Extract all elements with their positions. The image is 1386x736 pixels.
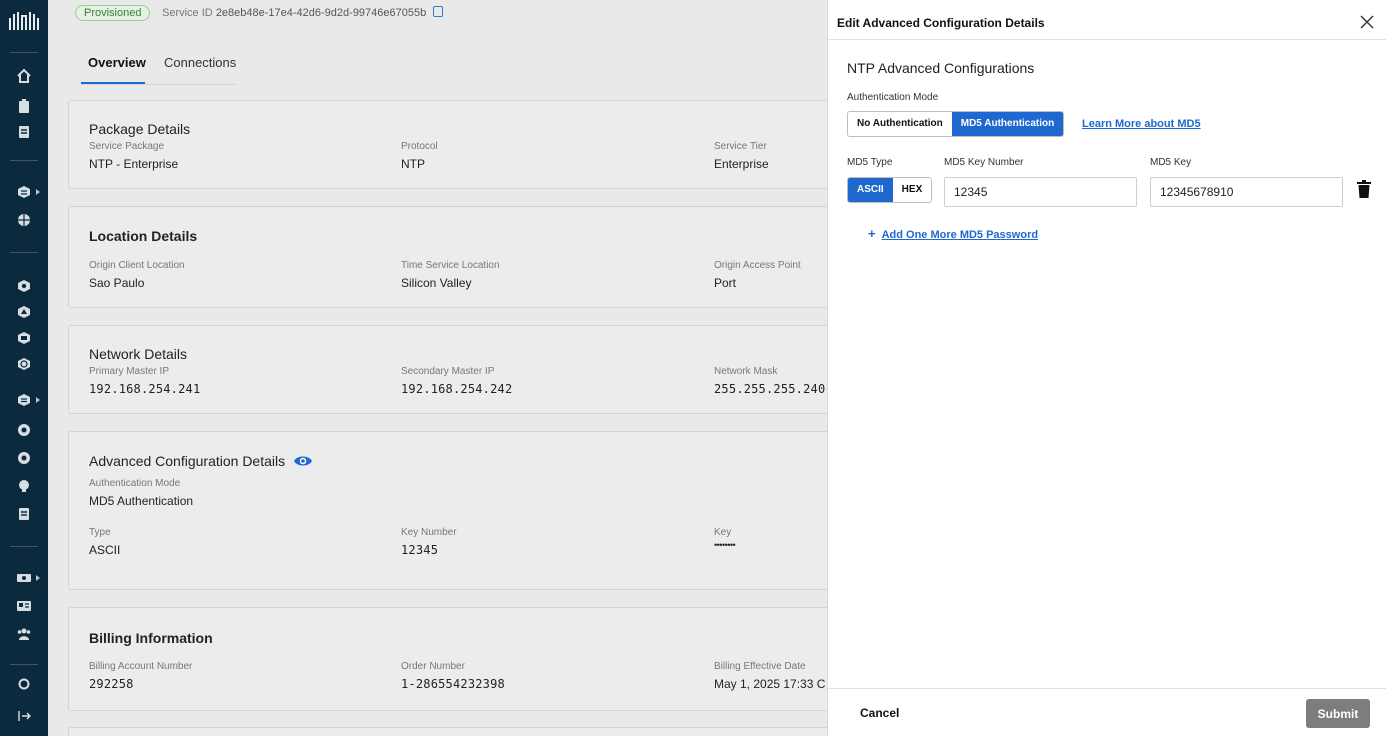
location-details-title: Location Details	[89, 228, 198, 244]
document-icon[interactable]	[14, 122, 34, 142]
time-service-location-value: Silicon Valley	[401, 276, 472, 290]
package-details-card: Package Details Service Package NTP - En…	[68, 100, 827, 189]
add-md5-password-label: Add One More MD5 Password	[881, 229, 1039, 241]
origin-access-point-label: Origin Access Point	[714, 260, 801, 271]
learn-more-md5-link[interactable]: Learn More about MD5	[1082, 118, 1201, 130]
origin-access-point-value: Port	[714, 276, 737, 290]
tab-overview[interactable]: Overview	[88, 55, 146, 70]
advanced-config-card: Advanced Configuration Details Authentic…	[68, 431, 827, 590]
order-number-label: Order Number	[401, 661, 465, 672]
submit-button[interactable]: Submit	[1306, 699, 1370, 728]
home-icon[interactable]	[14, 66, 34, 86]
billing-effective-date-value: May 1, 2025 17:33 C	[714, 677, 826, 691]
copy-icon[interactable]	[433, 6, 444, 17]
key-value-masked: ••••••••	[714, 540, 736, 550]
service-tier-label: Service Tier	[714, 141, 767, 152]
auth-mode-field-label: Authentication Mode	[847, 92, 939, 103]
close-icon[interactable]	[1359, 14, 1375, 30]
clock-icon[interactable]	[14, 420, 34, 440]
md5-key-number-label: MD5 Key Number	[944, 157, 1024, 168]
no-authentication-option[interactable]: No Authentication	[848, 112, 952, 136]
protocol-value: NTP	[401, 157, 425, 171]
network-icon[interactable]	[14, 328, 34, 348]
time-service-location-label: Time Service Location	[401, 260, 500, 271]
id-card-icon[interactable]	[14, 596, 34, 616]
billing-effective-date-label: Billing Effective Date	[714, 661, 806, 672]
location-details-card: Location Details Origin Client Location …	[68, 206, 827, 308]
billing-account-number-label: Billing Account Number	[89, 661, 193, 672]
plus-icon: +	[868, 226, 876, 241]
status-badge: Provisioned	[75, 5, 151, 21]
service-id-label: Service ID	[162, 7, 213, 19]
panel-header: Edit Advanced Configuration Details	[828, 0, 1386, 40]
service-tier-value: Enterprise	[714, 157, 769, 171]
section-title: NTP Advanced Configurations	[847, 60, 1035, 76]
order-number-value: 1-286554232398	[401, 677, 505, 691]
md5-key-number-input[interactable]	[944, 177, 1137, 207]
left-nav-rail	[0, 0, 48, 736]
billing-info-title: Billing Information	[89, 630, 213, 646]
server-icon[interactable]	[14, 568, 34, 588]
collapse-icon[interactable]	[14, 706, 34, 726]
md5-type-toggle: ASCII HEX	[847, 177, 933, 203]
timer-icon[interactable]	[14, 448, 34, 468]
key-number-label: Key Number	[401, 527, 457, 538]
clipboard-icon[interactable]	[14, 96, 34, 116]
add-md5-password-link[interactable]: + Add One More MD5 Password	[868, 226, 1038, 241]
auth-mode-toggle: No Authentication MD5 Authentication	[847, 111, 1065, 137]
bulb-icon[interactable]	[14, 476, 34, 496]
network-mask-label: Network Mask	[714, 366, 778, 377]
world-icon[interactable]	[14, 354, 34, 374]
network-details-title: Network Details	[89, 346, 188, 362]
next-card-stub	[68, 727, 827, 736]
type-value: ASCII	[89, 543, 121, 557]
key-label: Key	[714, 527, 732, 538]
location-icon[interactable]	[14, 674, 34, 694]
eye-icon[interactable]	[293, 454, 313, 468]
protocol-label: Protocol	[401, 141, 438, 152]
tabs-divider	[81, 84, 236, 85]
type-label: Type	[89, 527, 111, 538]
package-details-title: Package Details	[89, 121, 191, 137]
origin-client-location-label: Origin Client Location	[89, 260, 185, 271]
service-details-main: Provisioned Service ID 2e8eb48e-17e4-42d…	[48, 0, 827, 736]
ascii-option[interactable]: ASCII	[848, 178, 893, 202]
globe-icon[interactable]	[14, 210, 34, 230]
fabric-icon[interactable]	[14, 302, 34, 322]
md5-authentication-option[interactable]: MD5 Authentication	[951, 112, 1064, 136]
edit-advanced-config-panel: Edit Advanced Configuration Details NTP …	[827, 0, 1386, 736]
logo-icon[interactable]	[8, 10, 40, 32]
trash-icon[interactable]	[1357, 180, 1371, 198]
md5-type-label: MD5 Type	[847, 157, 893, 168]
secondary-master-ip-value: 192.168.254.242	[401, 382, 513, 396]
service-package-label: Service Package	[89, 141, 165, 152]
ntp-icon[interactable]	[14, 182, 34, 202]
primary-master-ip-value: 192.168.254.241	[89, 382, 201, 396]
auth-mode-value: MD5 Authentication	[89, 494, 194, 508]
billing-account-number-value: 292258	[89, 677, 134, 691]
tab-connections[interactable]: Connections	[164, 55, 236, 70]
service-id: Service ID 2e8eb48e-17e4-42d6-9d2d-99746…	[162, 6, 444, 19]
notes-icon[interactable]	[14, 504, 34, 524]
network-mask-value: 255.255.255.240	[714, 382, 826, 396]
network-details-card: Network Details Primary Master IP 192.16…	[68, 325, 827, 414]
advanced-config-title: Advanced Configuration Details	[89, 453, 286, 469]
service-id-value: 2e8eb48e-17e4-42d6-9d2d-99746e67055b	[215, 7, 427, 19]
service-package-value: NTP - Enterprise	[89, 157, 179, 171]
panel-title: Edit Advanced Configuration Details	[837, 16, 1045, 30]
users-icon[interactable]	[14, 624, 34, 644]
billing-info-card: Billing Information Billing Account Numb…	[68, 607, 827, 711]
secondary-master-ip-label: Secondary Master IP	[401, 366, 495, 377]
primary-master-ip-label: Primary Master IP	[89, 366, 170, 377]
md5-key-label: MD5 Key	[1150, 157, 1192, 168]
cancel-button[interactable]: Cancel	[860, 706, 899, 720]
key-number-value: 12345	[401, 543, 439, 557]
panel-footer: Cancel Submit	[828, 688, 1386, 736]
database-icon[interactable]	[14, 390, 34, 410]
hex-option[interactable]: HEX	[892, 178, 932, 202]
service-icon[interactable]	[14, 276, 34, 296]
auth-mode-label: Authentication Mode	[89, 478, 181, 489]
origin-client-location-value: Sao Paulo	[89, 276, 145, 290]
md5-key-input[interactable]	[1150, 177, 1343, 207]
